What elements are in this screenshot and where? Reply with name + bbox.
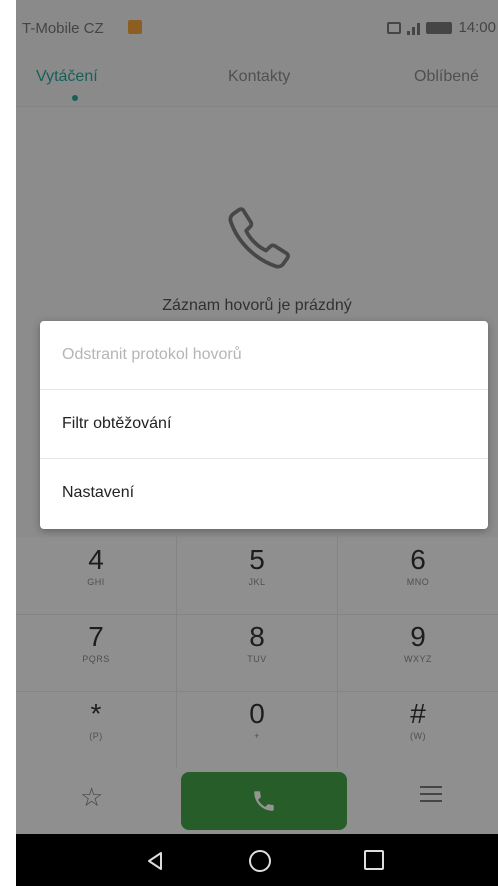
menu-item-harassment-filter[interactable]: Filtr obtěžování (40, 390, 488, 459)
overflow-menu: Odstranit protokol hovorů Filtr obtěžová… (40, 321, 488, 529)
home-icon[interactable] (249, 850, 271, 872)
menu-item-delete-call-log: Odstranit protokol hovorů (40, 321, 488, 390)
phone-screen: T-Mobile CZ 14:00 Vytáčení Kontakty Oblí… (16, 0, 498, 886)
system-nav-bar (16, 834, 498, 886)
back-icon[interactable] (144, 850, 166, 872)
menu-item-settings[interactable]: Nastavení (40, 459, 488, 528)
recent-apps-icon[interactable] (364, 850, 384, 870)
